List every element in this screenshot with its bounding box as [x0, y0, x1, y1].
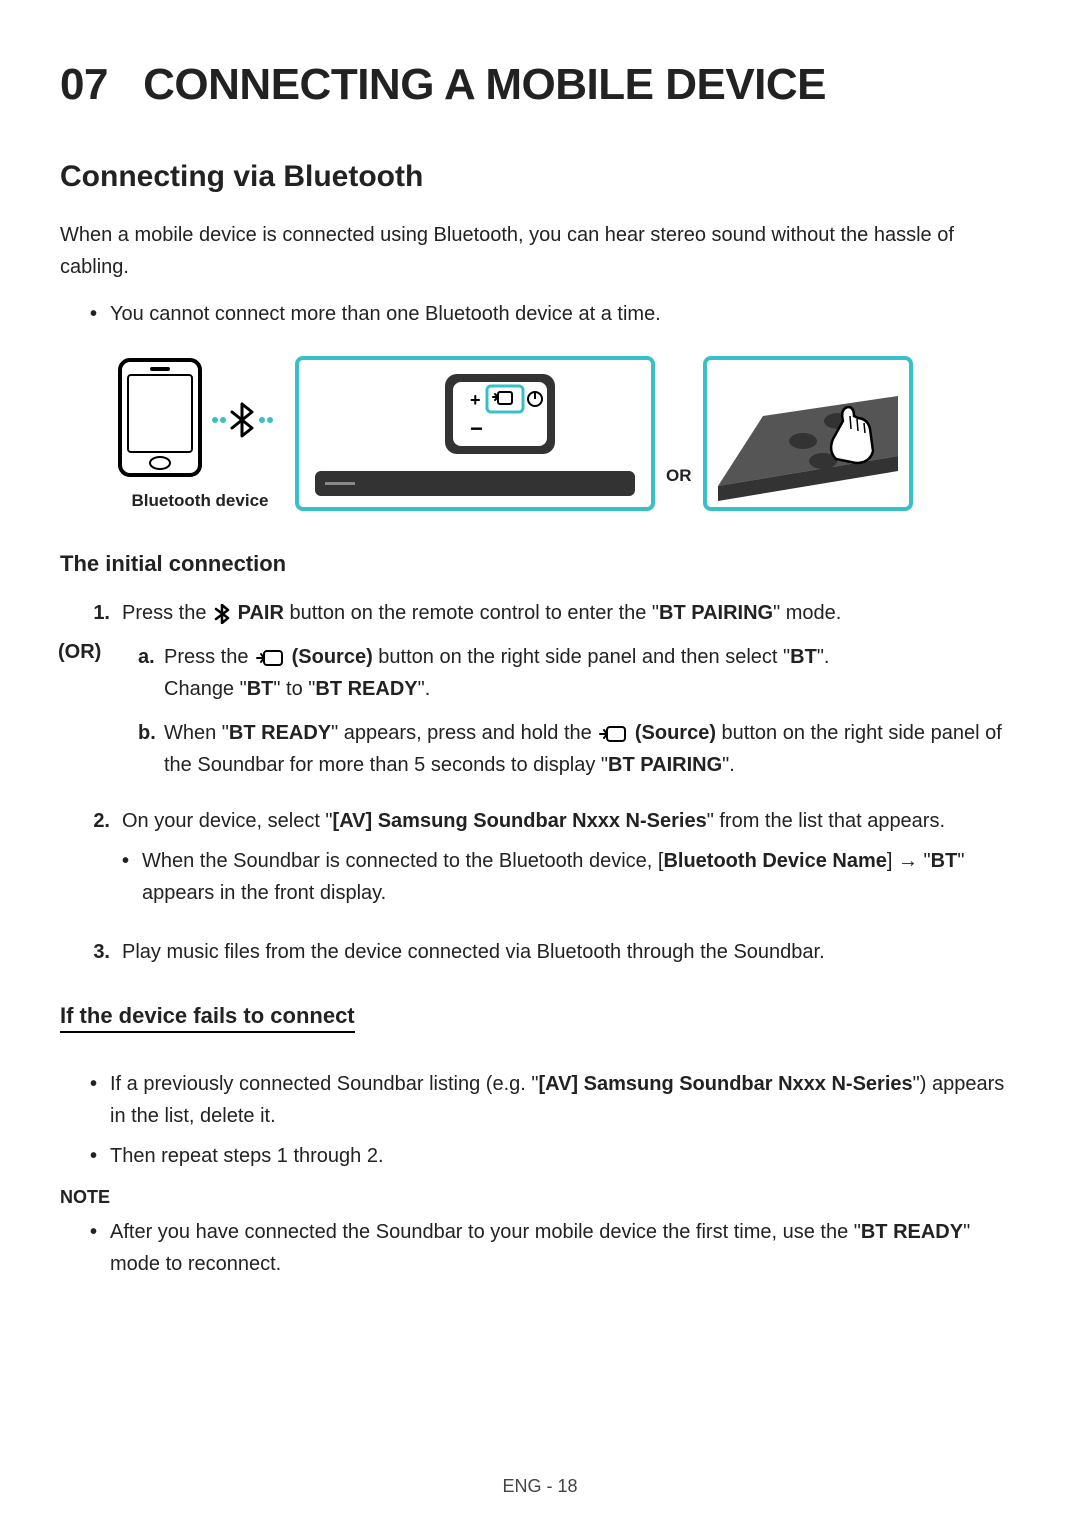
step-2: 2. On your device, select "[AV] Samsung … [60, 805, 1020, 924]
intro-bullet-item: You cannot connect more than one Bluetoo… [90, 298, 1020, 330]
steps-initial: 1. Press the PAIR button on the remote c… [60, 597, 1020, 968]
or-steps: a. Press the (Source) button on the righ… [128, 641, 1020, 793]
step-content: On your device, select "[AV] Samsung Sou… [122, 805, 1020, 924]
step-letter: a. [138, 641, 164, 705]
bt-label: BT [247, 678, 274, 700]
bt-ready-label: BT READY [229, 722, 331, 744]
step-content: When "BT READY" appears, press and hold … [164, 717, 1020, 781]
text: On your device, select " [122, 810, 333, 832]
page-footer: ENG - 18 [0, 1476, 1080, 1497]
text: When " [164, 722, 229, 744]
step-b: b. When "BT READY" appears, press and ho… [138, 717, 1020, 781]
note-label: NOTE [60, 1187, 1020, 1208]
bt-pairing-label: BT PAIRING [659, 602, 773, 624]
text: button on the remote control to enter th… [284, 602, 659, 624]
text: Press the [122, 602, 212, 624]
intro-paragraph: When a mobile device is connected using … [60, 219, 1020, 283]
figure-row: Bluetooth device + − OR [110, 355, 1020, 511]
bt-label: BT [790, 646, 817, 668]
soundbar-touch-figure [703, 356, 913, 511]
fail-bullets: If a previously connected Soundbar listi… [60, 1068, 1020, 1172]
list-item: After you have connected the Soundbar to… [90, 1216, 1020, 1280]
phone-figure-block: Bluetooth device [110, 355, 290, 511]
figure-or-label: OR [666, 466, 692, 486]
pair-label: PAIR [238, 602, 284, 624]
text: button on the right side panel and then … [373, 646, 790, 668]
or-alternative: (OR) a. Press the (Source) button on the… [60, 641, 1020, 793]
bt-ready-label: BT READY [315, 678, 417, 700]
text: Change " [164, 678, 247, 700]
text: ". [722, 754, 735, 776]
chapter-title: 07 CONNECTING A MOBILE DEVICE [60, 60, 1020, 110]
text: " from the list that appears. [707, 810, 945, 832]
step-number: 3. [80, 936, 110, 968]
source-label: (Source) [635, 722, 716, 744]
list-item: If a previously connected Soundbar listi… [90, 1068, 1020, 1132]
bt-device-name-label: Bluetooth Device Name [663, 850, 886, 872]
text: ". [817, 646, 830, 668]
text: ". [418, 678, 431, 700]
list-item: Then repeat steps 1 through 2. [90, 1140, 1020, 1172]
bt-label: BT [931, 850, 958, 872]
text: " appears, press and hold the [331, 722, 597, 744]
source-icon [256, 649, 284, 667]
source-label: (Source) [292, 646, 373, 668]
bt-ready-label: BT READY [861, 1221, 963, 1243]
bluetooth-device-icon [110, 355, 290, 485]
or-label: (OR) [58, 641, 128, 793]
device-name: [AV] Samsung Soundbar Nxxx N-Series [333, 810, 707, 832]
device-name: [AV] Samsung Soundbar Nxxx N-Series [538, 1073, 912, 1095]
text: ] → " [887, 850, 931, 872]
step-1: 1. Press the PAIR button on the remote c… [60, 597, 1020, 629]
text: " to " [273, 678, 315, 700]
step-3: 3. Play music files from the device conn… [60, 936, 1020, 968]
step-number: 2. [80, 805, 110, 924]
bluetooth-pair-icon [214, 604, 230, 624]
step-number: 1. [80, 597, 110, 629]
svg-text:+: + [470, 390, 481, 410]
subheading-initial-connection: The initial connection [60, 551, 1020, 577]
step-content: Press the PAIR button on the remote cont… [122, 597, 1020, 629]
svg-text:−: − [470, 416, 483, 441]
text: " mode. [773, 602, 841, 624]
step-a: a. Press the (Source) button on the righ… [138, 641, 1020, 705]
intro-bullet-list: You cannot connect more than one Bluetoo… [60, 298, 1020, 330]
step-content: Play music files from the device connect… [122, 936, 1020, 968]
text: When the Soundbar is connected to the Bl… [142, 850, 663, 872]
soundbar-remote-figure: + − [295, 356, 655, 511]
section-title: Connecting via Bluetooth [60, 160, 1020, 194]
text: If a previously connected Soundbar listi… [110, 1073, 538, 1095]
text: After you have connected the Soundbar to… [110, 1221, 861, 1243]
chapter-number: 07 [60, 60, 108, 109]
step-content: Press the (Source) button on the right s… [164, 641, 1020, 705]
text: Press the [164, 646, 254, 668]
phone-caption: Bluetooth device [132, 491, 269, 511]
chapter-heading: CONNECTING A MOBILE DEVICE [143, 60, 826, 109]
note-bullets: After you have connected the Soundbar to… [60, 1216, 1020, 1280]
step-letter: b. [138, 717, 164, 781]
bt-pairing-label: BT PAIRING [608, 754, 722, 776]
list-item: When the Soundbar is connected to the Bl… [122, 845, 1020, 909]
source-icon [599, 725, 627, 743]
step-2-bullets: When the Soundbar is connected to the Bl… [122, 845, 1020, 909]
subheading-device-fails: If the device fails to connect [60, 1003, 355, 1033]
